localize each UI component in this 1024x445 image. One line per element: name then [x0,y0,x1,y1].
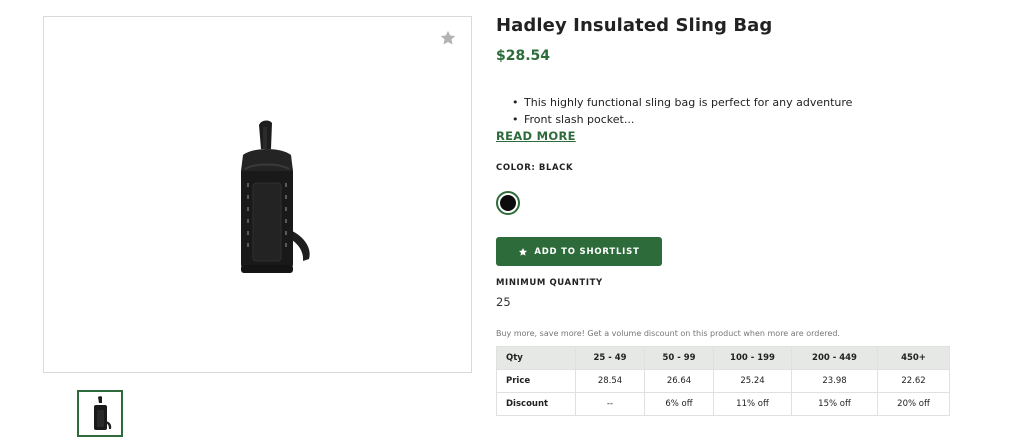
pricing-header-cell: 50 - 99 [644,346,714,370]
pricing-cell: 6% off [644,392,714,416]
minimum-quantity-value: 25 [496,295,511,309]
color-label: COLOR: BLACK [496,163,574,173]
pricing-cell: 23.98 [791,369,878,393]
product-image-panel [43,16,472,373]
pricing-cell: 20% off [877,392,950,416]
product-description: This highly functional sling bag is perf… [496,94,852,128]
description-item: Front slash pocket... [496,111,852,128]
read-more-link[interactable]: READ MORE [496,129,576,143]
volume-pricing-table: Qty 25 - 49 50 - 99 100 - 199 200 - 449 … [496,346,950,416]
pricing-header-cell: 200 - 449 [791,346,878,370]
pricing-header-cell: 100 - 199 [713,346,792,370]
thumbnail-image[interactable] [77,390,123,437]
pricing-row-discount: Discount -- 6% off 11% off 15% off 20% o… [496,392,950,416]
add-to-shortlist-label: ADD TO SHORTLIST [534,246,640,257]
pricing-row-price: Price 28.54 26.64 25.24 23.98 22.62 [496,369,950,393]
volume-discount-note: Buy more, save more! Get a volume discou… [496,329,840,338]
pricing-header-cell: 25 - 49 [575,346,645,370]
pricing-header-cell: 450+ [877,346,950,370]
star-icon [519,247,528,256]
favorite-star-icon[interactable] [439,29,457,47]
pricing-cell: 11% off [713,392,792,416]
pricing-header-row: Qty 25 - 49 50 - 99 100 - 199 200 - 449 … [496,346,950,370]
pricing-cell: 22.62 [877,369,950,393]
product-price: $28.54 [496,48,551,64]
pricing-row-label: Price [496,369,576,393]
pricing-header-cell: Qty [496,346,576,370]
description-item: This highly functional sling bag is perf… [496,94,852,111]
pricing-cell: 25.24 [713,369,792,393]
pricing-cell: 28.54 [575,369,645,393]
thumbnail-bag-image [94,396,112,430]
minimum-quantity-label: MINIMUM QUANTITY [496,278,603,288]
pricing-cell: 26.64 [644,369,714,393]
add-to-shortlist-button[interactable]: ADD TO SHORTLIST [496,237,662,266]
product-title: Hadley Insulated Sling Bag [496,15,773,36]
pricing-row-label: Discount [496,392,576,416]
pricing-cell: -- [575,392,645,416]
color-swatch-black[interactable] [496,191,520,215]
color-swatch-fill [500,195,516,211]
product-image [241,120,310,273]
pricing-cell: 15% off [791,392,878,416]
